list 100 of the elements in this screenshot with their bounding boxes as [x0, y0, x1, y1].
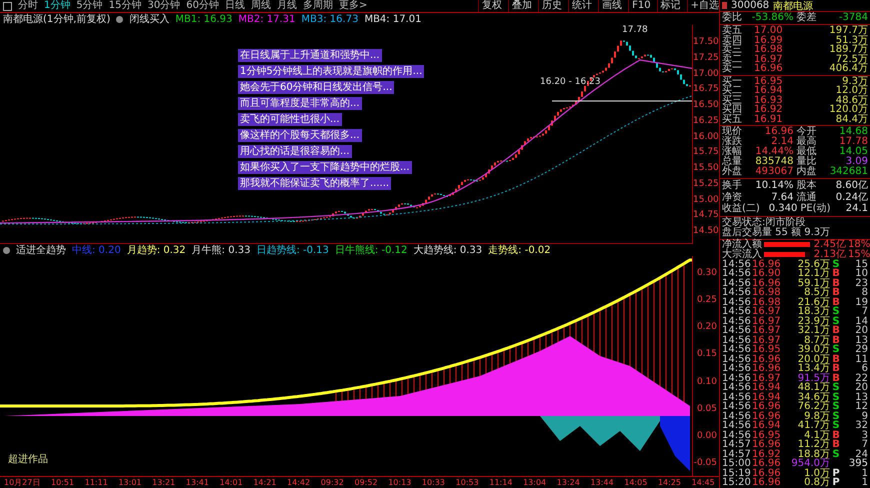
trade-volume: 20.0万 [796, 354, 830, 364]
order-price: 16.95 [754, 76, 784, 86]
trade-count: 9 [862, 412, 868, 421]
trade-volume: 21.6万 [796, 298, 830, 307]
stock-name: 南都电源 [773, 0, 814, 12]
trade-count: 1 [860, 478, 868, 488]
trade-time: 14:56 [722, 354, 752, 364]
trade-side: B [831, 288, 841, 298]
trade-side: B [831, 326, 841, 336]
trade-price: 16.96 [752, 440, 782, 450]
period-tab[interactable]: 1分钟 [44, 0, 70, 12]
price-axis-label: 14.50 [693, 226, 717, 236]
order-label: 卖五 [722, 26, 743, 36]
trade-volume: 76.2万 [796, 402, 830, 412]
trade-time: 14:56 [722, 336, 752, 345]
trade-count: 395 [848, 459, 868, 468]
field-value: 493067 [754, 167, 794, 177]
indicator-reading: MB3: 16.73 [301, 14, 358, 24]
trade-side: S [831, 345, 841, 354]
window-icon[interactable] [3, 2, 12, 10]
field-value: 10.14% [754, 180, 794, 192]
trade-side: S [831, 307, 841, 316]
order-label: 卖一 [722, 64, 743, 74]
price-axis-label: 17.00 [693, 68, 717, 78]
trade-volume: 4.1万 [804, 430, 830, 440]
indicator-axis-label: 0.10 [696, 376, 717, 387]
signal-label: 闭线买入 [129, 12, 170, 26]
trade-volume: 1.0万 [803, 468, 830, 478]
trade-count: 29 [854, 345, 868, 354]
trade-price: 16.97 [752, 326, 782, 336]
trade-volume: 39.0万 [796, 345, 830, 354]
trade-volume: 8.7万 [804, 336, 830, 345]
trade-price: 16.96 [752, 459, 782, 468]
order-label: 卖四 [722, 36, 743, 45]
toolbar-button[interactable]: 复权 [478, 0, 502, 12]
toolbar-button[interactable]: 历史 [538, 0, 562, 12]
trade-time: 14:56 [722, 383, 752, 392]
field-value: 7.64 [770, 192, 794, 203]
period-tab[interactable]: 5分钟 [76, 0, 103, 12]
toolbar-button[interactable]: 画线 [598, 0, 622, 12]
trade-side: B [831, 269, 841, 278]
period-tab[interactable]: 分时 [18, 0, 38, 12]
field-value: -3784 [838, 13, 868, 23]
chart-title: 南都电源(1分钟,前复权) [3, 12, 110, 26]
trade-count: 20 [854, 383, 868, 392]
trade-time: 14:56 [722, 307, 752, 316]
price-axis-label: 16.50 [693, 100, 717, 110]
trade-side: P [831, 468, 841, 478]
field-label: 总量 [722, 157, 742, 167]
order-price: 16.96 [754, 64, 784, 74]
period-tab[interactable]: 更多> [338, 0, 368, 12]
trade-side: B [831, 298, 841, 307]
trade-time: 14:56 [722, 288, 752, 298]
field-label: 外盘 [722, 167, 742, 177]
price-axis-label: 16.00 [693, 132, 717, 142]
period-tab[interactable]: 15分钟 [108, 0, 142, 12]
field-label: 流通 [796, 192, 816, 203]
field-label: PE(动) [800, 203, 830, 214]
period-tab[interactable]: 周线 [250, 0, 271, 12]
period-tab[interactable]: 月线 [276, 0, 297, 12]
flag-icon [722, 2, 727, 9]
period-tab[interactable]: 30分钟 [147, 0, 180, 12]
toolbar-button[interactable]: 标记 [656, 0, 681, 12]
trade-side: S [831, 392, 841, 402]
indicator-axis-label: 0.25 [696, 295, 717, 306]
toolbar-button[interactable]: 叠加 [508, 0, 532, 12]
trade-price: 16.96 [752, 478, 782, 488]
trade-side: B [831, 278, 841, 288]
time-axis-label: 14:25 [658, 477, 682, 488]
trade-time: 14:56 [722, 421, 752, 430]
indicator-reading: 日牛熊线: -0.12 [334, 244, 408, 257]
field-label: 现价 [722, 127, 742, 137]
toolbar-button[interactable]: +自选 [686, 0, 719, 12]
period-tab[interactable]: 多周期 [302, 0, 333, 12]
trade-price: 16.92 [752, 450, 782, 459]
trade-volume: 41.7万 [796, 421, 830, 430]
field-label: 最高 [796, 137, 816, 147]
indicator-axis-label: 0.00 [696, 430, 717, 441]
field-value: 0.24亿 [834, 192, 868, 203]
time-axis-label: 13:21 [152, 477, 176, 488]
trade-time: 14:56 [722, 298, 752, 307]
field-value: 835748 [754, 157, 794, 167]
trade-count: 7 [862, 440, 868, 450]
trade-side: S [831, 412, 841, 421]
trade-volume: 59.1万 [796, 278, 830, 288]
toolbar-button[interactable]: F10 [628, 0, 651, 12]
trade-price: 16.96 [752, 412, 782, 421]
field-label: 股本 [796, 180, 816, 192]
trade-price: 16.95 [752, 430, 782, 440]
period-tab[interactable]: 日线 [224, 0, 245, 12]
period-tab[interactable]: 60分钟 [186, 0, 219, 12]
flow-amount: 2.45亿 [812, 240, 846, 250]
trade-count: 32 [854, 421, 868, 430]
indicator-axis-label: 0.30 [696, 268, 717, 278]
price-axis-label: 14.75 [693, 210, 717, 220]
price-axis-label: 15.50 [693, 163, 717, 173]
field-label: 收益(二) [722, 203, 760, 214]
time-axis-label: 13:01 [118, 477, 142, 488]
trade-count: 24 [855, 450, 868, 459]
trade-time: 14:56 [722, 278, 752, 288]
